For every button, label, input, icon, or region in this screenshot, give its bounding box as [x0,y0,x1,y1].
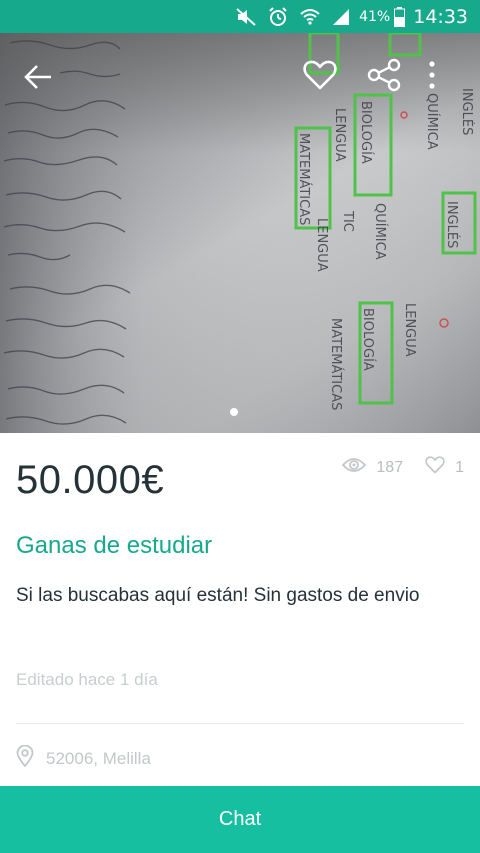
eye-icon [342,456,376,479]
svg-text:MATEMÁTICAS: MATEMÁTICAS [296,133,312,225]
heart-outline-icon [425,456,455,479]
product-photo[interactable]: MATEMÁTICAS LENGUA BIOLOGÍA QUÍMICA INGL… [0,33,480,433]
stats: 187 1 [342,456,464,479]
svg-text:LENGUA: LENGUA [314,218,329,272]
svg-text:BIOLOGÍA: BIOLOGÍA [360,308,376,371]
favorites-count: 1 [455,458,464,476]
edited-timestamp: Editado hace 1 día [16,670,158,689]
location-pin-icon [16,744,46,772]
more-vert-icon [428,60,436,94]
svg-text:QUÍMICA: QUÍMICA [424,93,440,150]
back-arrow-icon [23,64,53,94]
product-detail-screen: 41% 14:33 MATEMÁTICAS LENGUA BIOLOGÍA QU… [0,0,480,853]
status-bar: 41% 14:33 [0,0,480,33]
pager-dot [230,408,238,416]
share-button[interactable] [360,53,408,101]
chat-button-label: Chat [218,808,262,830]
location-text: 52006, Melilla [46,748,151,768]
location[interactable]: 52006, Melilla [16,744,151,772]
favorite-button[interactable] [296,53,344,101]
heart-icon [303,60,337,94]
divider [16,723,464,724]
alarm-icon [267,6,289,28]
mute-icon [235,7,257,27]
svg-text:LENGUA: LENGUA [402,303,417,357]
views-stat: 187 [342,456,403,479]
views-count: 187 [376,458,404,476]
back-button[interactable] [14,55,62,103]
svg-text:LENGUA: LENGUA [332,108,347,162]
signal-icon [331,7,351,27]
product-description: Si las buscabas aquí están! Sin gastos d… [16,585,420,606]
clock: 14:33 [413,5,468,28]
photo-image: MATEMÁTICAS LENGUA BIOLOGÍA QUÍMICA INGL… [0,33,480,433]
share-icon [367,58,401,96]
more-options-button[interactable] [414,53,450,101]
svg-text:TIC: TIC [340,210,355,232]
chat-button[interactable]: Chat [0,786,480,853]
battery-percent: 41% [359,8,391,25]
product-title: Ganas de estudiar [16,532,213,559]
wifi-icon [299,7,321,27]
svg-text:INGLÉS: INGLÉS [444,201,460,248]
svg-text:MATEMÁTICAS: MATEMÁTICAS [328,318,344,410]
svg-text:QUÍMICA: QUÍMICA [372,203,388,260]
price: 50.000€ [16,458,165,502]
favorites-stat: 1 [425,456,464,479]
svg-text:INGLÉS: INGLÉS [459,88,475,135]
battery-icon [394,6,406,27]
svg-text:BIOLOGÍA: BIOLOGÍA [358,101,374,164]
